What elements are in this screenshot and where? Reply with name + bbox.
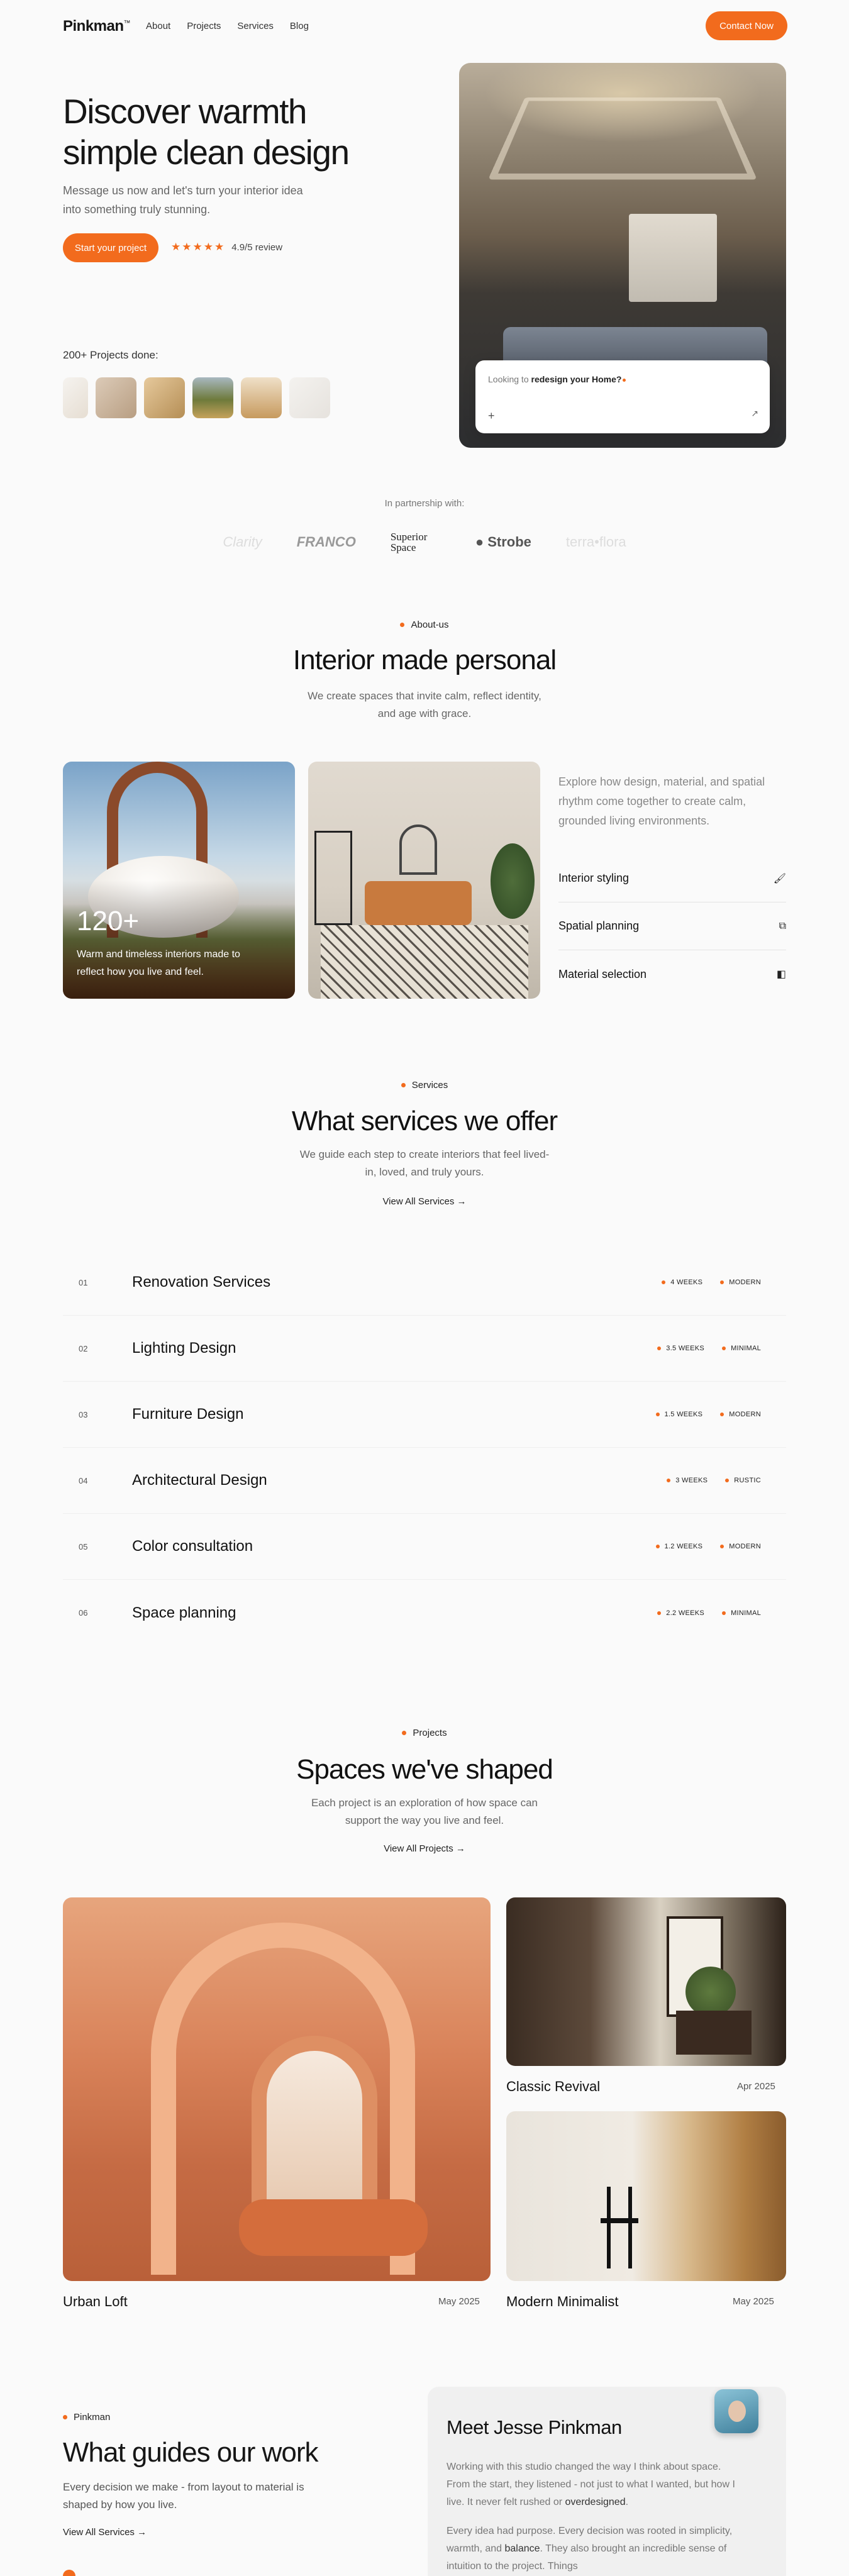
- about-image-room: [308, 762, 540, 999]
- service-row[interactable]: 06 Space planning 2.2 WEEKS MINIMAL: [63, 1580, 786, 1646]
- testimonial-paragraph: Working with this studio changed the way…: [447, 2462, 735, 2507]
- brush-icon: 🖌: [773, 873, 786, 884]
- partner-logo: terra•flora: [565, 534, 626, 550]
- projects-stat: 120+: [77, 906, 140, 936]
- plus-icon[interactable]: +: [488, 409, 495, 423]
- projects-title: Spaces we've shaped: [296, 1754, 553, 1785]
- project-thumbnail[interactable]: [63, 377, 88, 418]
- service-row[interactable]: 03 Furniture Design 1.5 WEEKS MODERN: [63, 1382, 786, 1448]
- nav-links: About Projects Services Blog: [146, 21, 309, 31]
- feature-interior-styling[interactable]: Interior styling 🖌: [558, 855, 786, 902]
- project-date: Apr 2025: [737, 2081, 775, 2092]
- service-row[interactable]: 04 Architectural Design 3 WEEKS RUSTIC: [63, 1448, 786, 1514]
- services-pill: Services: [0, 1080, 849, 1091]
- testimonial-paragraph: Every idea had purpose. Every decision w…: [447, 2526, 733, 2572]
- layers-icon: ⧉: [779, 920, 786, 931]
- services-subtitle: We guide each step to create interiors t…: [299, 1148, 550, 1178]
- project-image-classic-revival[interactable]: [506, 1897, 786, 2066]
- project-image-urban-loft[interactable]: [63, 1897, 491, 2281]
- projects-subtitle: Each project is an exploration of how sp…: [311, 1797, 538, 1826]
- rating-text: 4.9/5 review: [231, 242, 283, 253]
- service-row[interactable]: 05 Color consultation 1.2 WEEKS MODERN: [63, 1514, 786, 1580]
- projects-pill: Projects: [0, 1728, 849, 1738]
- project-thumbnail[interactable]: [192, 377, 233, 418]
- rating: ★★★★★ 4.9/5 review: [171, 241, 282, 253]
- nav-link-about[interactable]: About: [146, 21, 170, 31]
- swatch-icon: ◧: [776, 969, 786, 980]
- star-icons: ★★★★★: [171, 241, 226, 253]
- feature-spatial-planning[interactable]: Spatial planning ⧉: [558, 902, 786, 950]
- project-date: May 2025: [438, 2296, 480, 2307]
- project-title[interactable]: Classic Revival: [506, 2079, 600, 2095]
- guides-subtitle: Every decision we make - from layout to …: [63, 2481, 304, 2511]
- project-thumbnail[interactable]: [144, 377, 185, 418]
- guides-pill: Pinkman: [63, 2412, 110, 2423]
- partner-logos: Clarity FRANCO Superior Space ● Strobe t…: [0, 531, 849, 553]
- guides-title: What guides our work: [63, 2437, 319, 2468]
- about-pill: About-us: [0, 619, 849, 630]
- project-title[interactable]: Modern Minimalist: [506, 2294, 619, 2310]
- about-subtitle: We create spaces that invite calm, refle…: [308, 690, 541, 719]
- view-all-services-link[interactable]: View All Services →: [63, 2527, 147, 2538]
- services-title: What services we offer: [291, 1106, 558, 1136]
- partner-logo: ● Strobe: [475, 534, 531, 550]
- testimonial-title: Meet Jesse Pinkman: [447, 2416, 622, 2438]
- about-title: Interior made personal: [292, 645, 557, 675]
- feature-material-selection[interactable]: Material selection ◧: [558, 950, 786, 998]
- nav-link-services[interactable]: Services: [237, 21, 274, 31]
- project-thumbnails: [63, 377, 330, 418]
- view-all-projects-link[interactable]: View All Projects →: [0, 1843, 849, 1854]
- stat-description: Warm and timeless interiors made to refl…: [77, 949, 240, 977]
- accent-dot: [63, 2570, 75, 2576]
- partner-logo: Clarity: [223, 534, 262, 550]
- contact-now-button[interactable]: Contact Now: [706, 11, 787, 40]
- partner-logo: FRANCO: [296, 534, 356, 550]
- service-row[interactable]: 02 Lighting Design 3.5 WEEKS MINIMAL: [63, 1316, 786, 1382]
- project-image-modern-minimalist[interactable]: [506, 2111, 786, 2281]
- hero-title: Discover warmth simple clean design: [63, 92, 350, 172]
- send-icon[interactable]: ↗: [751, 408, 758, 419]
- view-all-services-link[interactable]: View All Services →: [0, 1196, 849, 1207]
- about-description: Explore how design, material, and spatia…: [558, 775, 765, 827]
- avatar: [714, 2389, 758, 2433]
- projects-done-label: 200+ Projects done:: [63, 349, 158, 361]
- project-thumbnail[interactable]: [289, 377, 330, 418]
- project-thumbnail[interactable]: [96, 377, 136, 418]
- hero-subtitle: Message us now and let's turn your inter…: [63, 184, 303, 216]
- project-thumbnail[interactable]: [241, 377, 282, 418]
- partners-label: In partnership with:: [384, 498, 465, 509]
- start-project-button[interactable]: Start your project: [63, 233, 158, 262]
- nav-link-projects[interactable]: Projects: [187, 21, 221, 31]
- project-title[interactable]: Urban Loft: [63, 2294, 128, 2310]
- service-row[interactable]: 01 Renovation Services 4 WEEKS MODERN: [63, 1250, 786, 1316]
- nav-link-blog[interactable]: Blog: [290, 21, 309, 31]
- chat-prompt[interactable]: Looking to redesign your Home?: [488, 374, 626, 384]
- partner-logo: Superior Space: [390, 531, 428, 553]
- project-date: May 2025: [733, 2296, 774, 2307]
- chat-card[interactable]: Looking to redesign your Home? + ↗: [475, 360, 770, 433]
- logo[interactable]: Pinkman™: [63, 18, 131, 35]
